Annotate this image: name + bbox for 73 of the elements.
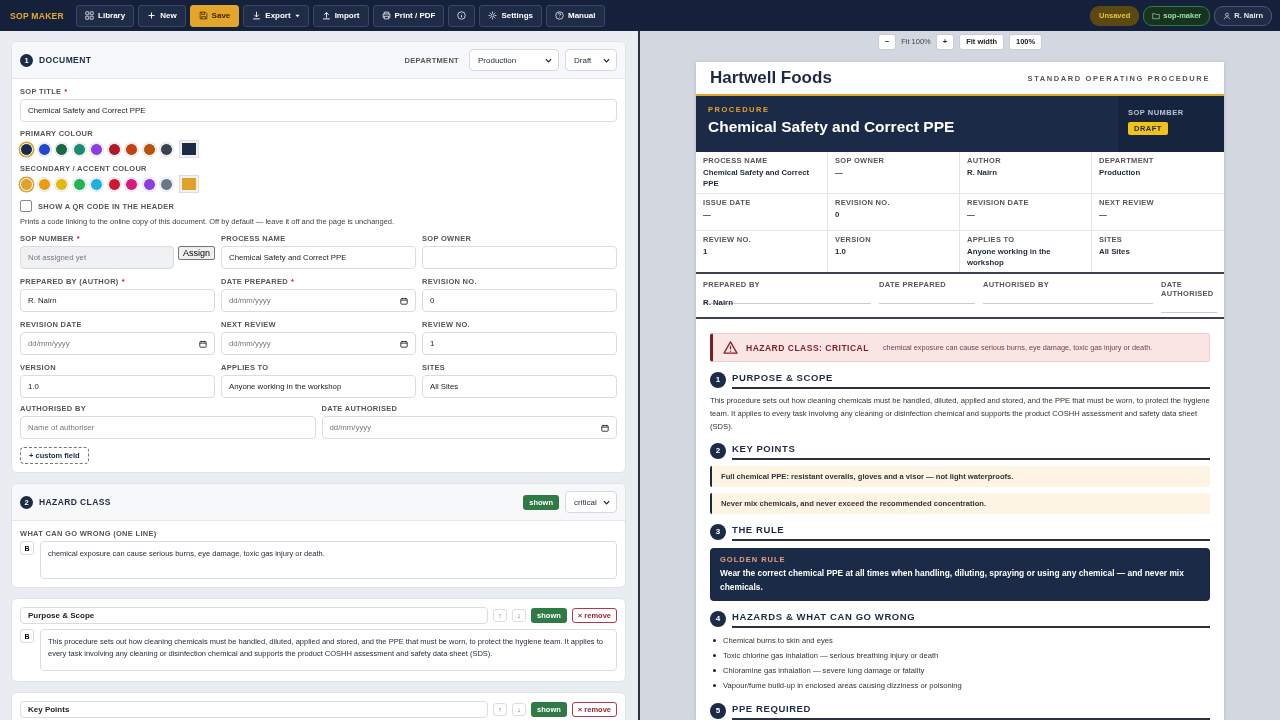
section-heading: KEY POINTS [732,443,1210,460]
colour-swatch[interactable] [72,142,86,156]
colour-swatch[interactable] [20,177,33,191]
colour-swatch[interactable] [107,142,121,156]
rule-text: Wear the correct chemical PPE at all times when handling, diluting, spraying or using any chemical — and never mix chemicals. [720,567,1185,594]
calendar-icon [601,423,609,432]
custom-colour-picker[interactable] [179,141,198,157]
plus-icon [147,11,157,20]
info-button[interactable] [448,4,476,27]
user-icon [1223,11,1232,20]
toolbar-button[interactable]: Settings [479,4,542,27]
card-title: DOCUMENT [39,55,92,65]
colour-swatch[interactable] [55,177,68,191]
chevron-icon [603,57,610,63]
hazard-label: HAZARD CLASS: CRITICAL [746,342,869,353]
document-title: Chemical Safety and Correct PPE [708,118,956,136]
colour-swatch[interactable] [20,142,33,156]
status-select[interactable]: Draft [565,49,617,71]
save-icon [198,11,208,20]
section-number: 4 [710,610,726,627]
settings-icon [488,11,498,20]
colour-swatch[interactable] [37,142,51,156]
colour-swatch[interactable] [125,177,138,191]
section-title-field[interactable]: Key Points [20,701,489,718]
toolbar-button[interactable]: Save [189,4,240,27]
section-heading: THE RULE [732,524,1210,541]
colour-swatch[interactable] [160,142,173,156]
chevron-icon [603,499,610,505]
department-select[interactable]: Production [469,49,559,71]
colour-swatch[interactable] [90,177,103,191]
input-field[interactable] [422,246,617,269]
colour-swatch[interactable] [160,177,173,191]
toolbar-button[interactable]: Manual [546,4,605,27]
colour-swatch[interactable] [125,142,138,156]
toolbar-button[interactable]: Print / PDF [372,4,445,27]
section-number: 2 [710,442,726,459]
section-heading: PPE REQUIRED [732,703,1210,720]
upload-icon [321,11,331,20]
company-name: Hartwell Foods [710,68,832,88]
assign-button[interactable]: Assign [178,246,215,260]
toolbar-button[interactable]: New [138,4,186,27]
hazard-level-select[interactable]: critical [565,491,617,513]
colour-swatch[interactable] [55,142,68,156]
grid-icon [85,11,95,20]
colour-swatch[interactable] [90,142,103,156]
folder-icon [1152,11,1161,20]
card-title: HAZARD CLASS [39,497,111,507]
app-logo: SOP MAKER [10,10,65,21]
calendar-icon [400,339,408,348]
colour-swatch[interactable] [72,177,86,191]
toolbar-button[interactable]: Library [76,4,135,27]
section-number: 1 [710,371,726,388]
section-heading: HAZARDS & WHAT CAN GO WRONG [732,611,1210,628]
chevron-icon [545,57,552,63]
calendar-icon [199,339,207,348]
section-number: 3 [710,523,726,540]
printer-icon [381,11,391,20]
toolbar-button[interactable]: Import [312,4,369,27]
section-heading: PURPOSE & SCOPE [732,372,1210,389]
toolbar-button[interactable]: Export [243,4,309,27]
section-number: 5 [710,702,726,719]
colour-swatch[interactable] [107,177,121,191]
download-icon [252,11,262,20]
section-title-field[interactable]: Purpose & Scope [20,607,489,624]
info-icon [457,11,467,20]
calendar-icon [400,296,408,305]
checkbox[interactable] [20,200,32,212]
colour-swatch[interactable] [37,177,51,191]
caret-icon [294,13,300,18]
help-icon [555,11,564,20]
colour-swatch[interactable] [142,177,156,191]
warning-icon [723,341,738,354]
colour-swatch[interactable] [142,142,156,156]
